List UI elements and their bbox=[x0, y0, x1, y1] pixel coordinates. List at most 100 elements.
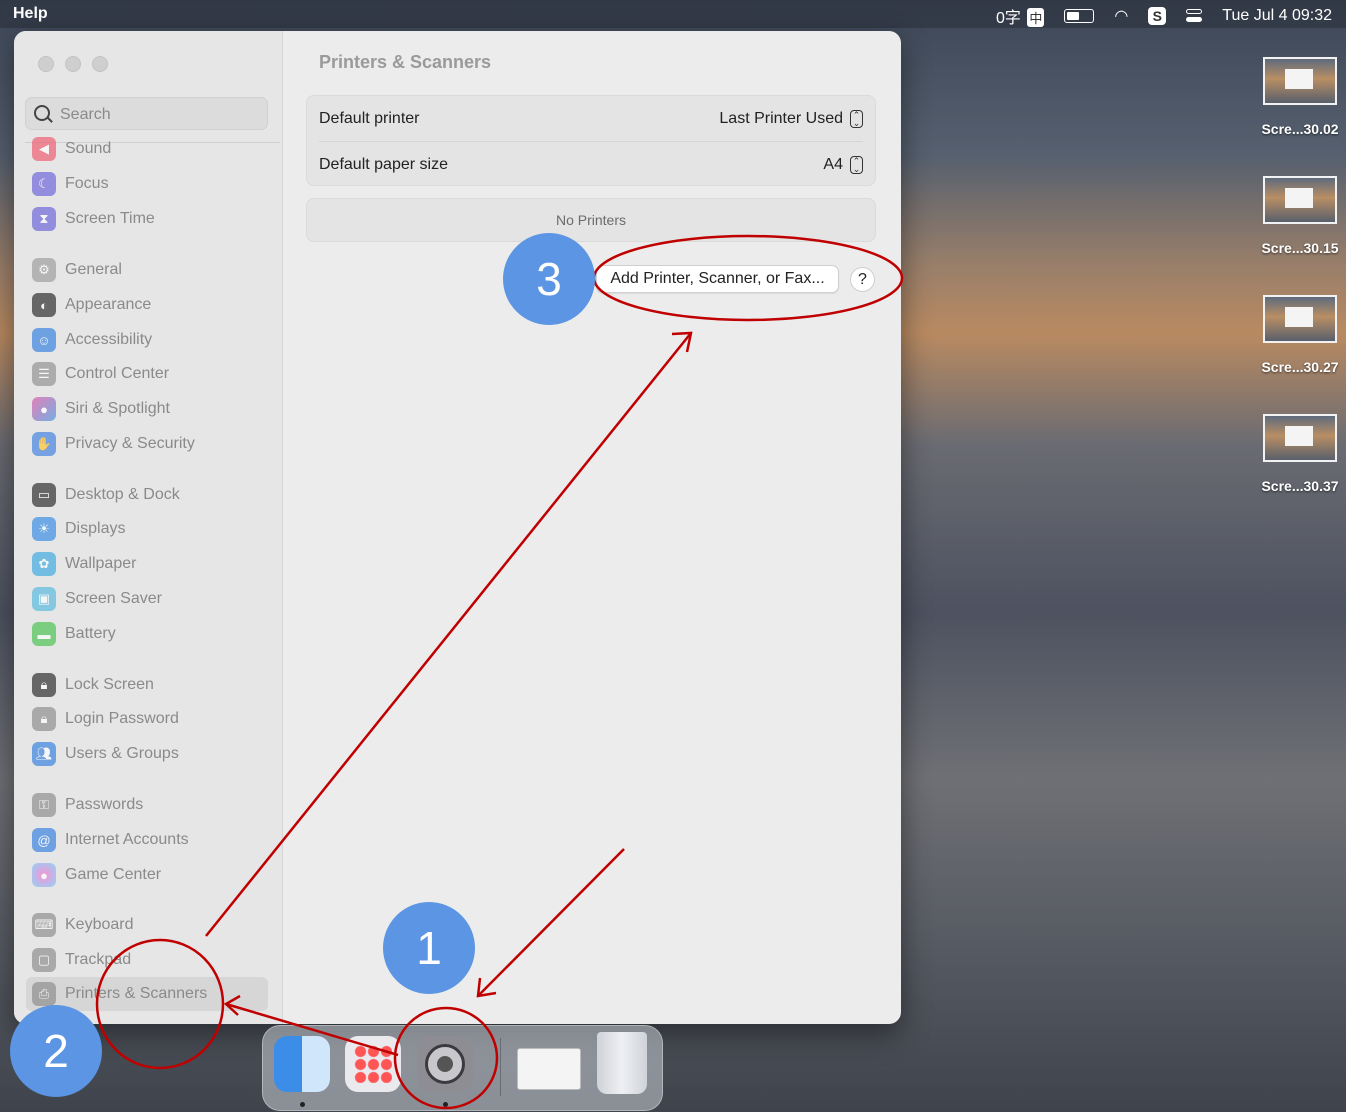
sidebar-item-label: Trackpad bbox=[65, 951, 132, 968]
sidebar-item-label: Accessibility bbox=[65, 331, 153, 348]
desktop-file[interactable]: Scre...30.02 bbox=[1255, 57, 1345, 137]
sidebar-item-lock-screen[interactable]: 🔒︎ Lock Screen bbox=[32, 671, 154, 699]
settings-icon[interactable] bbox=[417, 1036, 473, 1092]
gear-icon: ⚙ bbox=[32, 258, 56, 282]
system-settings-window: ◀ Sound ☾ Focus ⧗ Screen Time ⚙ General ◐ App… bbox=[14, 31, 901, 1024]
flower-icon: ✿ bbox=[32, 552, 56, 576]
appearance-icon: ◐ bbox=[32, 293, 56, 317]
control-center-icon[interactable] bbox=[1186, 9, 1203, 23]
add-printer-button[interactable]: Add Printer, Scanner, or Fax... bbox=[596, 265, 839, 293]
sidebar-item-wallpaper[interactable]: ✿ Wallpaper bbox=[32, 550, 136, 578]
sidebar-item-label: Battery bbox=[65, 625, 116, 642]
sidebar-item-general[interactable]: ⚙ General bbox=[32, 256, 122, 284]
desktop-file[interactable]: Scre...30.27 bbox=[1255, 295, 1345, 375]
sidebar-item-screen-time[interactable]: ⧗ Screen Time bbox=[32, 205, 155, 233]
sidebar-item-desktop-dock[interactable]: ▭ Desktop & Dock bbox=[32, 481, 180, 509]
gamecenter-icon: ● bbox=[32, 863, 56, 887]
sidebar-item-label: Keyboard bbox=[65, 916, 134, 933]
default-paper-value: A4 bbox=[823, 155, 843, 173]
desktop-file[interactable]: Scre...30.37 bbox=[1255, 414, 1345, 494]
sidebar-item-privacy[interactable]: ✋ Privacy & Security bbox=[32, 430, 195, 458]
desktop-file-label: Scre...30.27 bbox=[1261, 359, 1339, 375]
sidebar-item-displays[interactable]: ☀ Displays bbox=[32, 515, 125, 543]
moon-icon: ☾ bbox=[32, 172, 56, 196]
input-method-indicator[interactable]: 0字 中 bbox=[996, 4, 1045, 28]
sidebar-item-label: Lock Screen bbox=[65, 676, 154, 693]
screensaver-icon: ▣ bbox=[32, 587, 56, 611]
close-button[interactable] bbox=[38, 56, 54, 72]
search-input[interactable] bbox=[58, 102, 262, 128]
hand-icon: ✋ bbox=[32, 432, 56, 456]
launchpad-icon[interactable] bbox=[345, 1036, 401, 1092]
default-printer-popup[interactable]: Last Printer Used ⌃ ⌄ bbox=[719, 109, 863, 128]
content-pane: Printers & Scanners Default printer Last… bbox=[283, 31, 901, 1024]
sun-icon: ☀ bbox=[32, 517, 56, 541]
sidebar-item-label: Login Password bbox=[65, 710, 179, 727]
default-printer-row: Default printer Last Printer Used ⌃ ⌄ bbox=[319, 96, 863, 142]
printers-list: No Printers bbox=[306, 198, 876, 242]
trackpad-icon: ▢ bbox=[32, 948, 56, 972]
lock-icon: 🔒︎ bbox=[32, 707, 56, 731]
dock-icon: ▭ bbox=[32, 483, 56, 507]
lock-icon: 🔒︎ bbox=[32, 673, 56, 697]
file-thumbnail bbox=[1263, 295, 1337, 343]
sidebar-item-label: Displays bbox=[65, 520, 126, 537]
sidebar-item-label: Internet Accounts bbox=[65, 831, 189, 848]
sidebar-item-label: Passwords bbox=[65, 796, 144, 813]
sogou-icon[interactable]: S bbox=[1148, 7, 1167, 25]
sidebar-item-label: General bbox=[65, 261, 122, 278]
sidebar-item-label: Sound bbox=[65, 140, 112, 157]
sidebar-item-battery[interactable]: ▬ Battery bbox=[32, 620, 116, 648]
sidebar-item-game-center[interactable]: ● Game Center bbox=[32, 861, 161, 889]
defaults-group: Default printer Last Printer Used ⌃ ⌄ Def… bbox=[306, 95, 876, 186]
zoom-button[interactable] bbox=[92, 56, 108, 72]
default-printer-value: Last Printer Used bbox=[719, 109, 843, 127]
chevron-updown-icon: ⌃ ⌄ bbox=[850, 155, 863, 174]
running-indicator bbox=[443, 1102, 448, 1107]
sidebar-item-trackpad[interactable]: ▢ Trackpad bbox=[32, 946, 131, 974]
sidebar-item-sound[interactable]: ◀ Sound bbox=[32, 135, 111, 163]
default-paper-label: Default paper size bbox=[319, 155, 448, 173]
sidebar-item-passwords[interactable]: ⚿ Passwords bbox=[32, 791, 143, 819]
desktop-file-label: Scre...30.37 bbox=[1261, 478, 1339, 494]
no-printers-text: No Printers bbox=[555, 212, 627, 228]
wifi-icon[interactable]: ◠ bbox=[1114, 6, 1128, 26]
sidebar-item-accessibility[interactable]: ☺ Accessibility bbox=[32, 326, 152, 354]
file-thumbnail bbox=[1263, 176, 1337, 224]
sidebar-item-control-center[interactable]: ☰ Control Center bbox=[32, 360, 169, 388]
step-badge-2: 2 bbox=[10, 1005, 102, 1097]
sidebar-item-label: Printers & Scanners bbox=[65, 985, 208, 1002]
desktop-file[interactable]: Scre...30.15 bbox=[1255, 176, 1345, 256]
toggles-icon: ☰ bbox=[32, 362, 56, 386]
default-paper-popup[interactable]: A4 ⌃ ⌄ bbox=[823, 155, 863, 174]
menu-help[interactable]: Help bbox=[13, 5, 48, 23]
sidebar-item-appearance[interactable]: ◐ Appearance bbox=[32, 291, 151, 319]
file-thumbnail bbox=[1263, 57, 1337, 105]
battery-icon[interactable] bbox=[1064, 9, 1095, 23]
sidebar-item-label: Siri & Spotlight bbox=[65, 400, 170, 417]
sidebar-item-keyboard[interactable]: ⌨ Keyboard bbox=[32, 911, 134, 939]
finder-icon[interactable] bbox=[274, 1036, 330, 1092]
at-icon: @ bbox=[32, 828, 56, 852]
sidebar-item-screen-saver[interactable]: ▣ Screen Saver bbox=[32, 585, 162, 613]
desktop-file-label: Scre...30.02 bbox=[1261, 121, 1339, 137]
speaker-icon: ◀ bbox=[32, 137, 56, 161]
running-indicator bbox=[300, 1102, 305, 1107]
trash-icon[interactable] bbox=[597, 1032, 647, 1094]
sidebar-item-label: Wallpaper bbox=[65, 555, 137, 572]
menubar-clock[interactable]: Tue Jul 4 09:32 bbox=[1222, 7, 1332, 25]
window-controls bbox=[38, 56, 108, 72]
sidebar-item-login-password[interactable]: 🔒︎ Login Password bbox=[32, 705, 179, 733]
help-button[interactable]: ? bbox=[850, 267, 875, 292]
sidebar-item-users-groups[interactable]: 👥︎ Users & Groups bbox=[32, 740, 179, 768]
default-printer-label: Default printer bbox=[319, 109, 420, 127]
sidebar-item-siri[interactable]: ● Siri & Spotlight bbox=[32, 395, 170, 423]
document-icon[interactable] bbox=[517, 1048, 581, 1090]
sidebar: ◀ Sound ☾ Focus ⧗ Screen Time ⚙ General ◐ App… bbox=[14, 31, 283, 1024]
sidebar-item-internet-accounts[interactable]: @ Internet Accounts bbox=[32, 826, 189, 854]
sidebar-item-focus[interactable]: ☾ Focus bbox=[32, 170, 109, 198]
sidebar-item-label: Desktop & Dock bbox=[65, 486, 180, 503]
accessibility-icon: ☺ bbox=[32, 328, 56, 352]
sidebar-search bbox=[25, 97, 268, 130]
minimize-button[interactable] bbox=[65, 56, 81, 72]
